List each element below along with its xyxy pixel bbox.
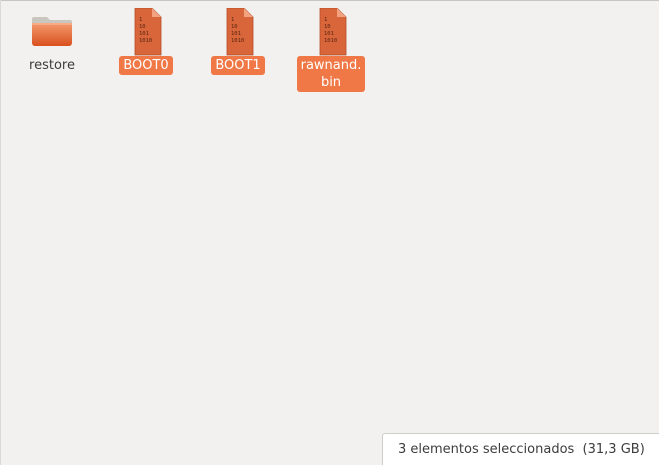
binary-line: 10	[231, 24, 238, 30]
binary-file-icon: 1 10 101 1010	[214, 8, 262, 56]
binary-file-icon: 1 10 101 1010	[307, 8, 355, 56]
binary-file-icon: 1 10 101 1010	[122, 8, 170, 56]
file-item-restore[interactable]: restore	[24, 8, 80, 75]
binary-line: 1	[139, 17, 142, 23]
file-item-rawnand-bin[interactable]: 1 10 101 1010 rawnand. bin	[294, 8, 368, 92]
file-label: BOOT0	[119, 56, 173, 75]
file-item-boot0[interactable]: 1 10 101 1010 BOOT0	[114, 8, 178, 75]
selection-status-bar: 3 elementos seleccionados (31,3 GB)	[382, 433, 659, 465]
binary-line: 101	[139, 31, 149, 37]
binary-line: 1010	[231, 38, 244, 44]
binary-line: 10	[139, 24, 146, 30]
binary-line: 1010	[324, 38, 337, 44]
binary-line: 101	[231, 31, 241, 37]
selection-status-text: 3 elementos seleccionados (31,3 GB)	[398, 442, 645, 457]
file-label: restore	[29, 58, 75, 73]
window-left-border	[0, 0, 1, 465]
binary-line: 101	[324, 31, 334, 37]
window-top-border	[0, 0, 659, 1]
file-label-line: bin	[320, 75, 342, 90]
binary-line: 10	[324, 24, 331, 30]
binary-line: 1010	[139, 38, 152, 44]
file-item-boot1[interactable]: 1 10 101 1010 BOOT1	[206, 8, 270, 75]
binary-line: 1	[231, 17, 234, 23]
folder-icon	[28, 8, 76, 56]
file-label-line: rawnand.	[300, 58, 362, 73]
file-label: BOOT1	[211, 56, 265, 75]
binary-line: 1	[324, 17, 327, 23]
file-label: rawnand. bin	[296, 56, 366, 92]
